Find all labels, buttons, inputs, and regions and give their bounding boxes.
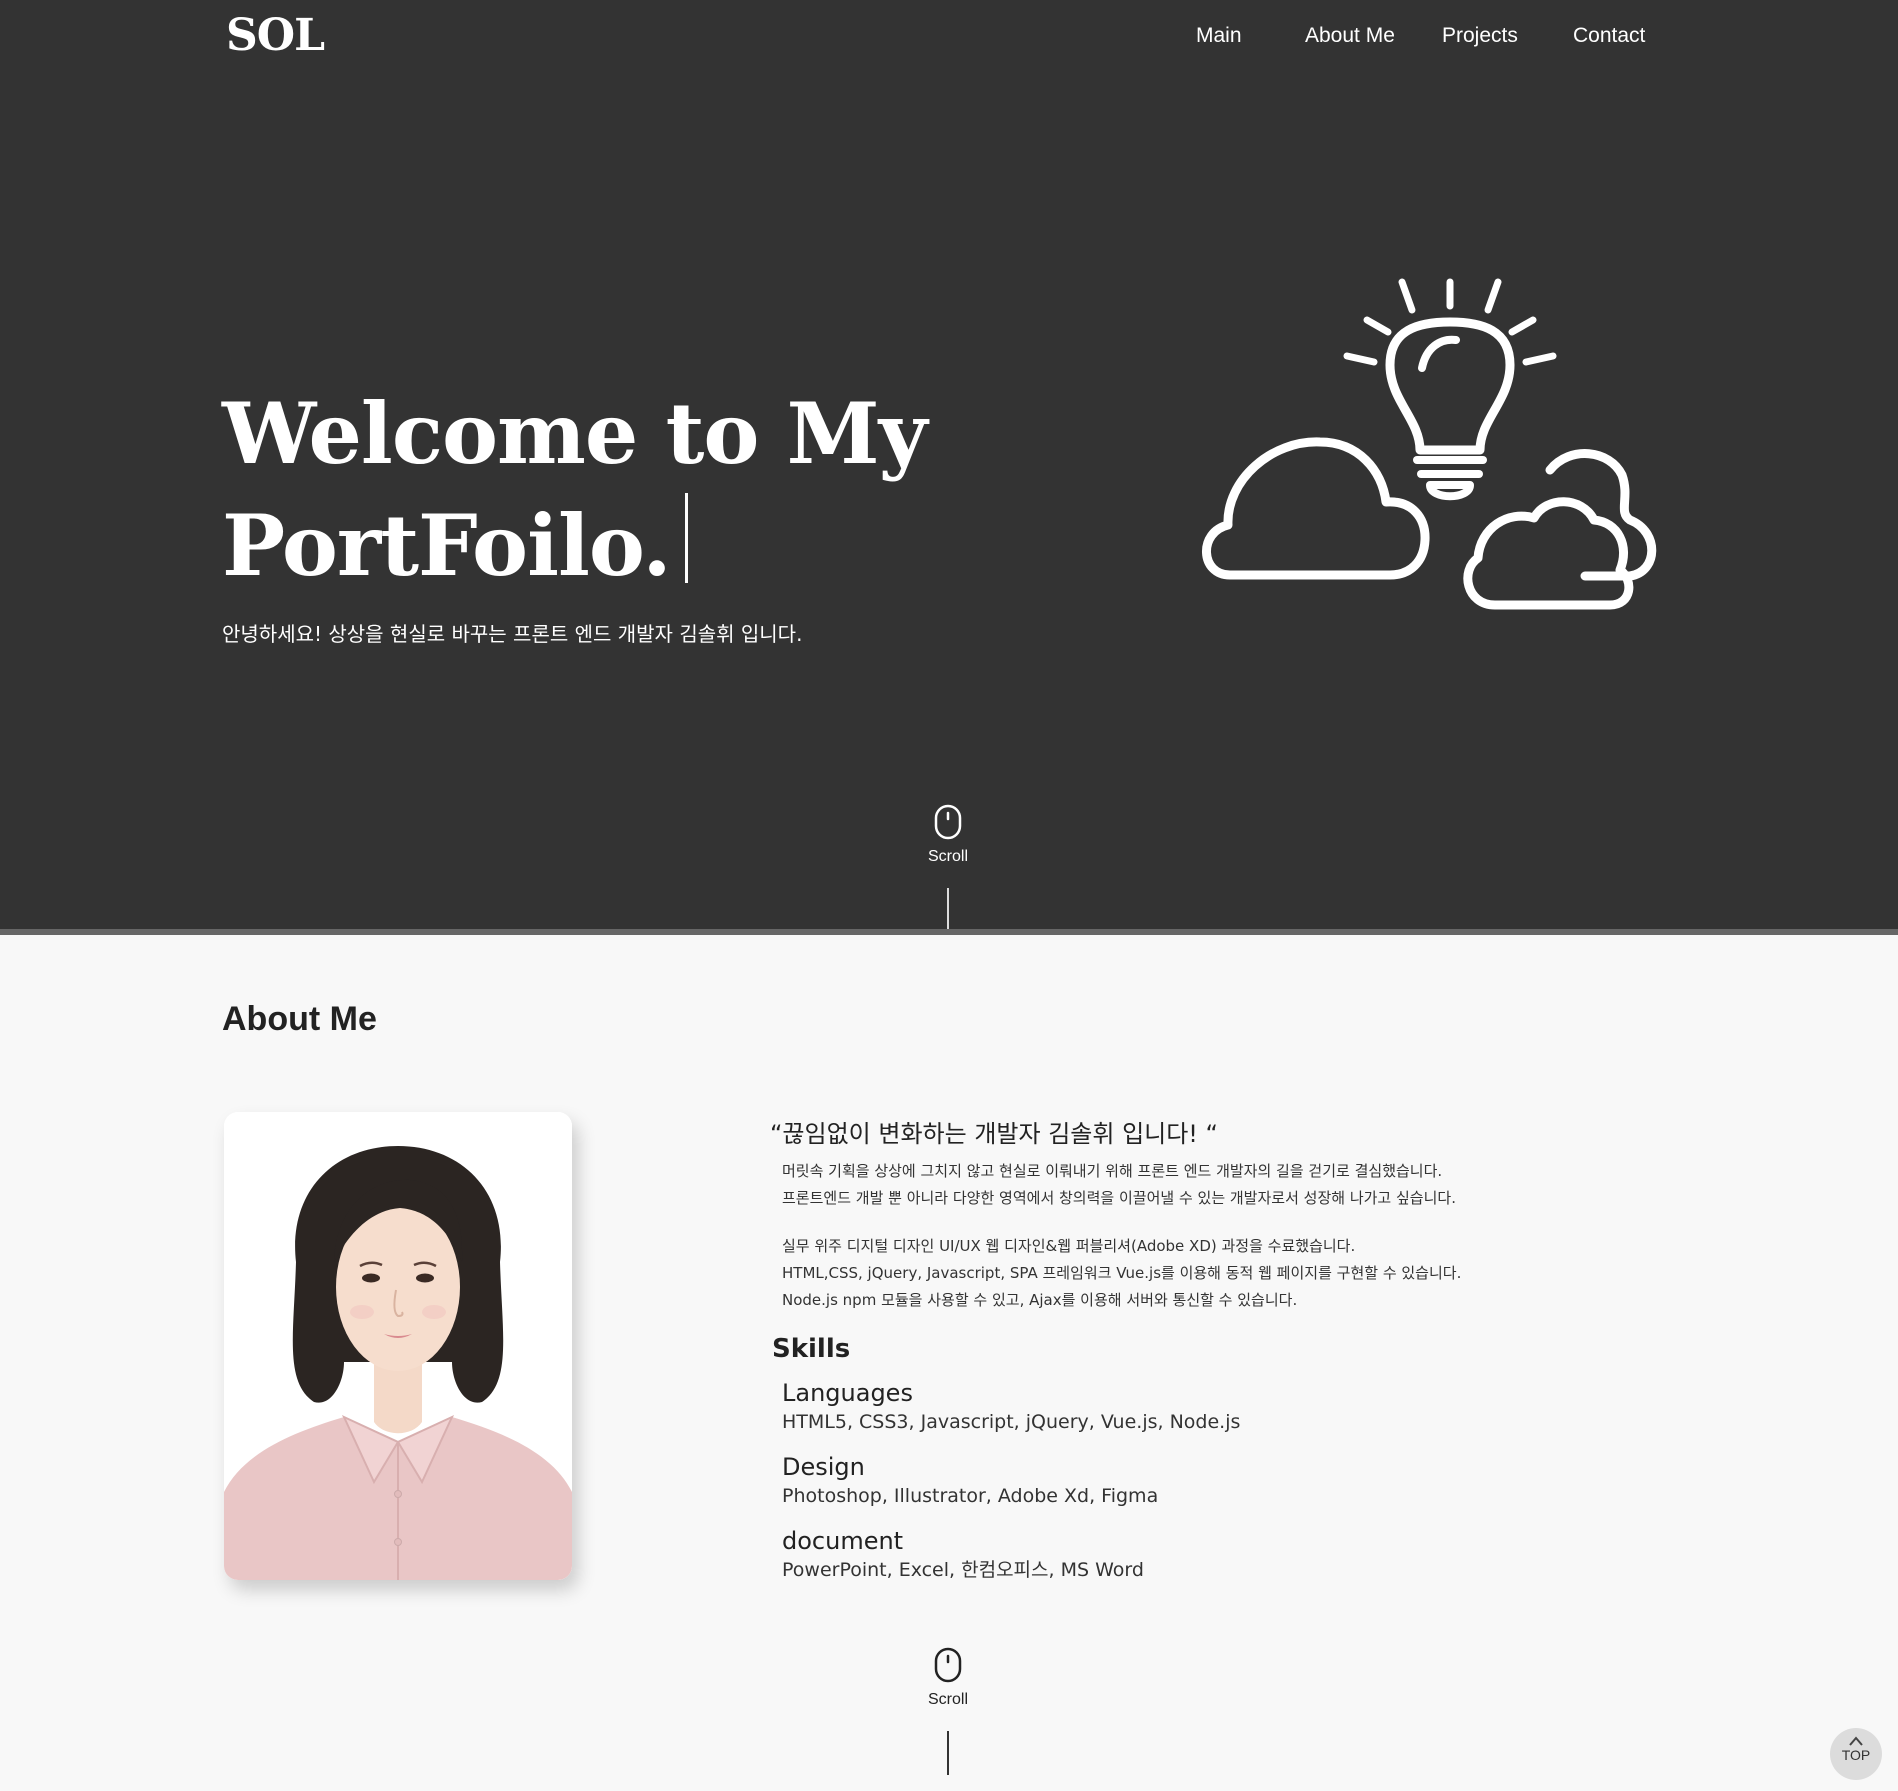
intro-paragraph-1: 머릿속 기획을 상상에 그치지 않고 현실로 이뤄내기 위해 프론트 엔드 개발… <box>782 1158 1456 1212</box>
skill-group-languages: Languages HTML5, CSS3, Javascript, jQuer… <box>782 1378 1240 1436</box>
chevron-up-icon <box>1849 1736 1863 1746</box>
scroll-label: Scroll <box>927 1691 968 1708</box>
hero-title-line1: Welcome to My <box>222 384 927 483</box>
skill-group-items: Photoshop, Illustrator, Adobe Xd, Figma <box>782 1485 1159 1507</box>
intro-line: 머릿속 기획을 상상에 그치지 않고 현실로 이뤄내기 위해 프론트 엔드 개발… <box>782 1162 1443 1180</box>
typing-caret <box>684 493 688 583</box>
hero-subtitle: 안녕하세요! 상상을 현실로 바꾸는 프론트 엔드 개발자 김솔휘 입니다. <box>222 622 803 646</box>
back-to-top-button[interactable]: TOP <box>1830 1728 1882 1780</box>
scroll-indicator-hero[interactable]: Scroll <box>888 804 1008 932</box>
skill-group-title: document <box>782 1527 904 1555</box>
mouse-icon <box>934 1647 962 1683</box>
intro-paragraph-2: 실무 위주 디지털 디자인 UI/UX 웹 디자인&웹 퍼블리셔(Adobe X… <box>782 1233 1461 1314</box>
nav-main[interactable]: Main <box>1196 24 1242 48</box>
intro-line: Node.js npm 모듈을 사용할 수 있고, Ajax를 이용해 서버와 … <box>782 1291 1298 1309</box>
portrait-image <box>224 1112 572 1580</box>
skill-group-items: HTML5, CSS3, Javascript, jQuery, Vue.js,… <box>782 1411 1241 1433</box>
skill-group-document: document PowerPoint, Excel, 한컴오피스, MS Wo… <box>782 1526 1144 1584</box>
skill-group-title: Languages <box>782 1379 913 1407</box>
skill-group-title: Design <box>782 1453 865 1481</box>
logo[interactable]: SOL <box>226 10 325 61</box>
nav-projects[interactable]: Projects <box>1442 24 1518 48</box>
skill-group-design: Design Photoshop, Illustrator, Adobe Xd,… <box>782 1452 1158 1510</box>
nav-contact[interactable]: Contact <box>1573 24 1645 48</box>
skill-group-items: PowerPoint, Excel, 한컴오피스, MS Word <box>782 1559 1144 1581</box>
nav-about-me[interactable]: About Me <box>1305 24 1395 48</box>
hero-title-line2: PortFoilo. <box>222 496 672 595</box>
profile-photo <box>224 1112 572 1580</box>
hero-section: SOL Main About Me Projects Contact Welco… <box>0 0 1898 932</box>
top-label: TOP <box>1841 1747 1871 1763</box>
scroll-line <box>947 888 949 932</box>
scroll-indicator-about[interactable]: Scroll <box>888 1647 1008 1775</box>
intro-line: 프론트엔드 개발 뿐 아니라 다양한 영역에서 창의력을 이끌어낼 수 있는 개… <box>782 1189 1456 1207</box>
intro-line: HTML,CSS, jQuery, Javascript, SPA 프레임워크 … <box>782 1264 1462 1282</box>
section-divider <box>0 929 1898 935</box>
intro-line: 실무 위주 디지털 디자인 UI/UX 웹 디자인&웹 퍼블리셔(Adobe X… <box>782 1237 1356 1255</box>
about-heading: About Me <box>222 1000 377 1038</box>
hero-title: Welcome to My PortFoilo. <box>222 378 982 602</box>
scroll-line <box>947 1731 949 1775</box>
lightbulb-clouds-icon <box>1202 278 1657 610</box>
skills-title: Skills <box>772 1334 851 1364</box>
mouse-icon <box>934 804 962 840</box>
scroll-label: Scroll <box>927 848 968 865</box>
about-quote: “끊임없이 변화하는 개발자 김솔휘 입니다! “ <box>770 1120 1218 1148</box>
